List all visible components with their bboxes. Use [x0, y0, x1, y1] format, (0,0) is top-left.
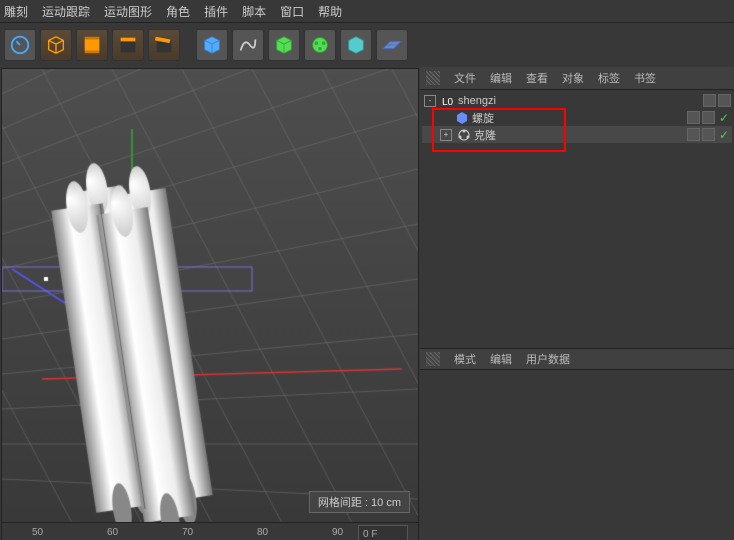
expand-toggle[interactable]: +: [440, 129, 452, 141]
attribute-manager[interactable]: [420, 369, 734, 540]
object-panel-tabs: 文件 编辑 查看 对象 标签 书签: [420, 67, 734, 90]
tab-view[interactable]: 查看: [526, 70, 548, 86]
menu-help[interactable]: 帮助: [318, 3, 342, 20]
tab-bookmarks[interactable]: 书签: [634, 70, 656, 86]
tab-edit[interactable]: 编辑: [490, 70, 512, 86]
object-row-cloner[interactable]: + 克隆 ✓: [422, 126, 732, 143]
helix-icon: [455, 111, 469, 125]
null-icon: L0: [441, 94, 455, 108]
panel-grip-icon[interactable]: [426, 71, 440, 85]
redo-btn[interactable]: [4, 29, 36, 61]
object-label[interactable]: shengzi: [458, 95, 702, 107]
object-row-helix[interactable]: 螺旋 ✓: [422, 109, 732, 126]
layer-dot[interactable]: [687, 111, 700, 124]
menu-character[interactable]: 角色: [166, 3, 190, 20]
layer-dot[interactable]: [703, 94, 716, 107]
expand-toggle[interactable]: -: [424, 95, 436, 107]
ruler-tick: 80: [257, 527, 268, 538]
cube-blue-btn[interactable]: [196, 29, 228, 61]
enable-check-icon[interactable]: ✓: [719, 111, 729, 125]
menu-motiontrack[interactable]: 运动跟踪: [42, 3, 90, 20]
grid-spacing-label: 网格间距 : 10 cm: [309, 491, 410, 513]
temp-readout: 0 F: [358, 525, 408, 540]
cube-orange-btn[interactable]: [40, 29, 72, 61]
ruler-tick: 70: [182, 527, 193, 538]
generator-btn[interactable]: [268, 29, 300, 61]
right-panel: 文件 编辑 查看 对象 标签 书签 - L0 shengzi 螺旋 ✓: [420, 67, 734, 540]
tab-file[interactable]: 文件: [454, 70, 476, 86]
cloner-icon: [457, 128, 471, 142]
clapper2-btn[interactable]: [148, 29, 180, 61]
object-label[interactable]: 螺旋: [472, 110, 686, 126]
tab-userdata[interactable]: 用户数据: [526, 351, 570, 367]
ruler-tick: 50: [32, 527, 43, 538]
film-btn[interactable]: [76, 29, 108, 61]
layer-dot[interactable]: [702, 111, 715, 124]
object-label[interactable]: 克隆: [474, 127, 686, 143]
enable-check-icon[interactable]: ✓: [719, 128, 729, 142]
environment-btn[interactable]: [340, 29, 372, 61]
clapper1-btn[interactable]: [112, 29, 144, 61]
tab-edit2[interactable]: 编辑: [490, 351, 512, 367]
menu-mograph[interactable]: 运动图形: [104, 3, 152, 20]
object-row-shengzi[interactable]: - L0 shengzi: [422, 92, 732, 109]
tab-object[interactable]: 对象: [562, 70, 584, 86]
panel-grip-icon[interactable]: [426, 352, 440, 366]
layer-dot[interactable]: [687, 128, 700, 141]
attr-panel-tabs: 模式 编辑 用户数据: [420, 348, 734, 369]
layer-dot[interactable]: [702, 128, 715, 141]
spline-btn[interactable]: [232, 29, 264, 61]
menu-plugins[interactable]: 插件: [204, 3, 228, 20]
ruler-tick: 60: [107, 527, 118, 538]
object-manager[interactable]: - L0 shengzi 螺旋 ✓ + 克隆 ✓: [420, 90, 734, 348]
main-menubar: 雕刻 运动跟踪 运动图形 角色 插件 脚本 窗口 帮助: [0, 0, 734, 23]
menu-script[interactable]: 脚本: [242, 3, 266, 20]
menu-window[interactable]: 窗口: [280, 3, 304, 20]
tab-tags[interactable]: 标签: [598, 70, 620, 86]
layer-dot[interactable]: [718, 94, 731, 107]
svg-text:L0: L0: [442, 97, 454, 108]
floor-btn[interactable]: [376, 29, 408, 61]
main-toolbar: [0, 23, 734, 67]
menu-sculpt[interactable]: 雕刻: [4, 3, 28, 20]
ruler-tick: 90: [332, 527, 343, 538]
3d-viewport[interactable]: 网格间距 : 10 cm 50 60 70 80 90 0 F: [1, 68, 419, 540]
tab-mode[interactable]: 模式: [454, 351, 476, 367]
timeline-ruler[interactable]: 50 60 70 80 90 0 F: [2, 522, 418, 540]
deformer-btn[interactable]: [304, 29, 336, 61]
